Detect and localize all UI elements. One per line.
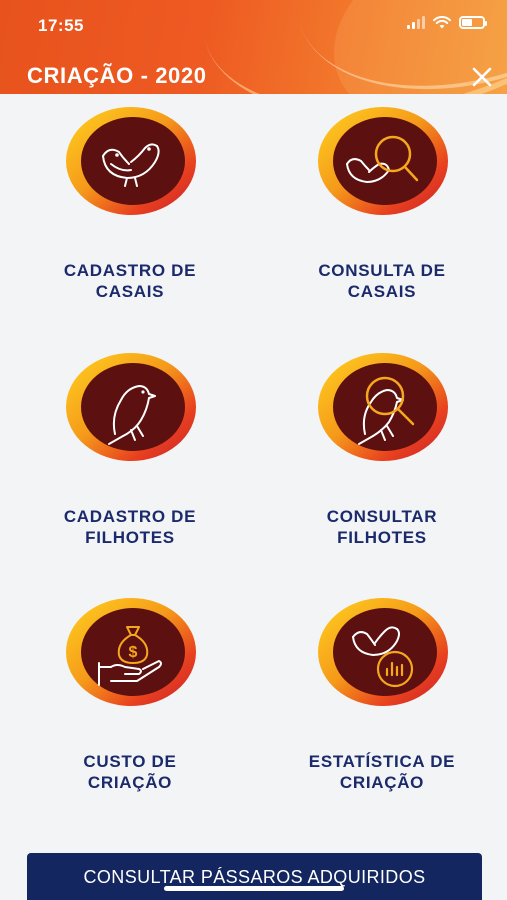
bird-icon <box>66 353 196 461</box>
consultar-passaros-adquiridos-button[interactable]: CONSULTAR PÁSSAROS ADQUIRIDOS <box>27 853 482 900</box>
tile-label: CADASTRO DE CASAIS <box>63 261 197 301</box>
wifi-icon <box>433 16 451 29</box>
cellular-signal-icon <box>407 16 425 29</box>
home-indicator <box>164 886 344 891</box>
tile-label: CADASTRO DE FILHOTES <box>63 507 197 547</box>
tile-custo-criacao[interactable]: $ CUSTO DE CRIAÇÃO <box>10 597 250 807</box>
tile-cadastro-filhotes[interactable]: CADASTRO DE FILHOTES <box>10 352 250 562</box>
status-time: 17:55 <box>38 16 84 35</box>
app-header: 17:55 CRIAÇÃO - 2020 <box>0 0 507 94</box>
bird-pair-icon <box>66 107 196 215</box>
tile-label: CONSULTA DE CASAIS <box>318 261 446 301</box>
bird-search-icon <box>318 353 448 461</box>
money-bag-hand-icon: $ <box>66 598 196 706</box>
tile-label: CUSTO DE CRIAÇÃO <box>83 752 177 792</box>
close-icon <box>472 67 492 87</box>
tile-label: ESTATÍSTICA DE CRIAÇÃO <box>308 752 456 792</box>
close-button[interactable] <box>469 64 495 90</box>
page-title: CRIAÇÃO - 2020 <box>27 63 207 88</box>
bird-pair-chart-icon <box>318 598 448 706</box>
tile-consultar-filhotes[interactable]: CONSULTAR FILHOTES <box>262 352 502 562</box>
tile-estatistica-criacao[interactable]: ESTATÍSTICA DE CRIAÇÃO <box>262 597 502 807</box>
bird-pair-search-icon <box>318 107 448 215</box>
svg-text:$: $ <box>129 644 138 661</box>
tile-cadastro-casais[interactable]: CADASTRO DE CASAIS <box>10 106 250 316</box>
battery-icon <box>459 16 487 29</box>
tile-consulta-casais[interactable]: CONSULTA DE CASAIS <box>262 106 502 316</box>
tile-label: CONSULTAR FILHOTES <box>326 507 438 547</box>
status-icons <box>407 16 487 29</box>
